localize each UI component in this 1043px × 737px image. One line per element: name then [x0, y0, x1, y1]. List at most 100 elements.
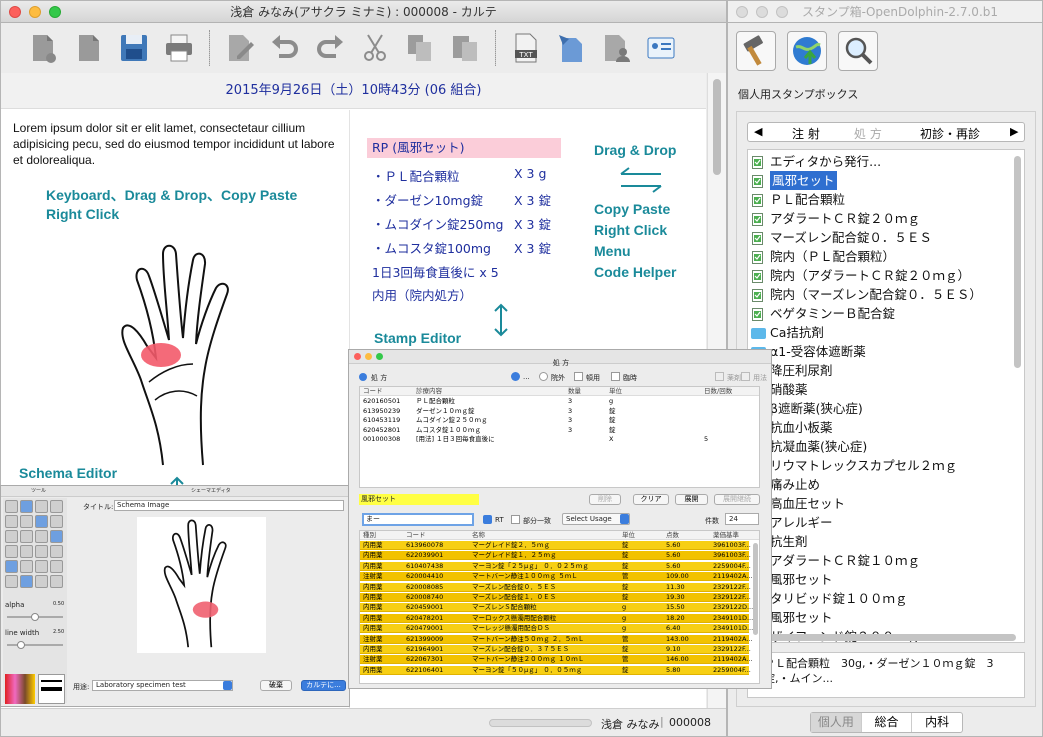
linewidth-slider-thumb[interactable] — [17, 641, 25, 649]
stamp-editor-minimize[interactable] — [365, 353, 372, 360]
stampbox-minimize-button[interactable] — [756, 6, 768, 18]
result-table-row[interactable]: 内用薬 621964901 マーズレン配合錠０．３７５ＥＳ 錠 9.10 2329122F… — [360, 645, 751, 654]
result-table-row[interactable]: 注射薬 621399009 マートバーン静注５０ｍｇ ２．５ｍＬ 管 143.00 211… — [360, 634, 752, 644]
stamp-tree-item[interactable]: リウマトレックスカプセル２ｍｇ — [748, 456, 1024, 475]
redo-tool-icon[interactable] — [50, 575, 63, 588]
send-to-karte-button[interactable]: カルテに... — [301, 680, 346, 691]
stamp-tree-folder[interactable]: 抗凝血薬(狭心症) — [748, 437, 1024, 456]
stamp-tree-item[interactable]: アダラートＣＲ錠２０ｍｇ — [748, 209, 1024, 228]
result-table-row[interactable]: 内用薬 622039901 マーグレイド錠１．２５ｍｇ 錠 5.60 3961003F..… — [360, 551, 751, 561]
dot-pattern-tool-icon[interactable] — [50, 515, 63, 528]
line-tool-icon[interactable] — [35, 500, 48, 513]
stampbox-tool-hammer[interactable] — [736, 31, 776, 71]
pattern-tool-icon[interactable] — [35, 515, 48, 528]
stamp-tree-item[interactable]: 高血圧セット — [748, 494, 1024, 513]
stamp-send-button[interactable] — [556, 32, 586, 64]
tab-general[interactable]: 総合 — [860, 713, 912, 732]
stamp-tree-item[interactable]: 風邪セット — [748, 171, 1024, 190]
stamp-tree-item[interactable]: 痛み止め — [748, 475, 1024, 494]
rt-checkbox[interactable] — [483, 515, 492, 524]
fill-oval-tool-icon[interactable] — [20, 515, 33, 528]
stamp-tree-item[interactable]: エディタから発行... — [748, 152, 1024, 171]
stampbox-zoom-button[interactable] — [776, 6, 788, 18]
stamp-tree-item[interactable]: タリビッド錠１００ｍｇ — [748, 589, 1024, 608]
rect-tool-icon[interactable] — [20, 500, 33, 513]
grid-tool-icon[interactable] — [35, 530, 48, 543]
select-usage-dropdown[interactable]: Select Usage — [562, 513, 630, 525]
stamp-tree-folder[interactable]: 抗血小板薬 — [748, 418, 1024, 437]
fill-polygon-tool-icon[interactable] — [20, 545, 33, 558]
stamp-tree-item[interactable]: マーズレン配合錠０．５ＥＳ — [748, 228, 1024, 247]
tab-prev-arrow[interactable]: ◀ — [754, 125, 762, 138]
move-tool-icon[interactable] — [35, 560, 48, 573]
result-table-row[interactable]: 内用薬 622106401 マーヨン錠「５０μｇ」 ０．０５ｍｇ 錠 5.80 22590… — [360, 665, 751, 675]
result-table-row[interactable]: 内用薬 610407438 マーヨン錠「２５μｇ」 ０．０２５ｍｇ 錠 5.60 2259… — [360, 561, 751, 571]
alpha-slider[interactable] — [7, 613, 63, 621]
stamp-tree-folder[interactable]: Ca拮抗剤 — [748, 323, 1024, 342]
stamp-tree-item[interactable]: 院内（アダラートＣＲ錠２０ｍｇ） — [748, 266, 1024, 285]
stamp-tree-item[interactable]: 院内（マーズレン配合錠０．５ＥＳ） — [748, 285, 1024, 304]
text-tool-icon[interactable] — [50, 500, 63, 513]
tab-first-visit[interactable]: 初診・再診 — [920, 125, 980, 142]
minimize-button[interactable] — [29, 6, 41, 18]
cross-tool-icon[interactable] — [35, 545, 48, 558]
schema-title-input[interactable]: Schema Image — [114, 500, 344, 511]
polygon-tool-icon[interactable] — [5, 545, 18, 558]
order-table-row[interactable]: 613950239 ダーゼン１０ｍｇ錠 3 錠 — [360, 407, 759, 416]
order-table-row[interactable]: 620160501 ＰＬ配合顆粒 3 g — [360, 397, 759, 406]
result-table-row[interactable]: 内用薬 620479001 マーレッジ懸濁用配合ＤＳ g 6.40 2349101D... — [360, 624, 753, 634]
search-input[interactable]: まー — [362, 513, 474, 526]
copy-button[interactable] — [405, 32, 435, 64]
line-style-preview[interactable] — [38, 674, 65, 704]
new-document-button[interactable] — [29, 32, 59, 64]
patient-card-button[interactable] — [646, 32, 676, 64]
stamp-tree-item[interactable]: 風邪セット — [748, 570, 1024, 589]
result-table-row[interactable]: 内用薬 620478201 マーロックス懸濁用配合顆粒 g 18.20 2349101D.… — [360, 613, 753, 623]
tab-next-arrow[interactable]: ▶ — [1010, 125, 1018, 138]
close-button[interactable] — [9, 6, 21, 18]
result-table-row[interactable]: 内用薬 620008085 マーズレン配合錠０．５ＥＳ 錠 11.30 2329122F.… — [360, 582, 751, 592]
result-table-row[interactable]: 注射薬 620004410 マートバーン静注１００ｍｇ ５ｍＬ 管 109.00 2119… — [360, 572, 752, 582]
stamp-tree-item[interactable]: 院内（ＰＬ配合顆粒） — [748, 247, 1024, 266]
order-table-row[interactable]: 001000308 [用法] １日３回毎食直後に X 5 — [360, 435, 759, 444]
stamp-tree-folder[interactable]: 降圧利尿剤 — [748, 361, 1024, 380]
delete-button[interactable]: 削除 — [589, 494, 621, 505]
clear-button[interactable]: クリア — [633, 494, 669, 505]
user-document-button[interactable] — [601, 32, 631, 64]
stamp-editor-close[interactable] — [354, 353, 361, 360]
stamp-tree[interactable]: エディタから発行... 風邪セット ＰＬ配合顆粒 アダラートＣＲ錠２０ｍｇ マーズレン配… — [747, 149, 1025, 643]
result-table-row[interactable]: 内用薬 613960078 マーグレイド錠２．５ｍｇ 錠 5.60 3961003F... — [360, 541, 751, 550]
hatch-tool-icon[interactable] — [50, 545, 63, 558]
undo-tool-icon[interactable] — [35, 575, 48, 588]
alpha-slider-thumb[interactable] — [31, 613, 39, 621]
schema-canvas[interactable] — [137, 517, 266, 653]
radio-option-1[interactable] — [511, 372, 520, 381]
order-table[interactable]: コード 診療内容 数量 単位 日数/回数 620160501 ＰＬ配合顆粒 3 g 61… — [359, 386, 760, 488]
expand-continue-button[interactable]: 展開継続 — [714, 494, 760, 505]
stampbox-close-button[interactable] — [736, 6, 748, 18]
rect2-tool-icon[interactable] — [5, 530, 18, 543]
color-palette[interactable] — [5, 674, 35, 704]
stamp-tree-folder[interactable]: α1-受容体遮断薬 — [748, 342, 1024, 361]
tab-injection[interactable]: 注 射 — [792, 125, 820, 142]
clear-tool-icon[interactable] — [50, 560, 63, 573]
stamp-tree-item[interactable]: アレルギー — [748, 513, 1024, 532]
checkbox-tonyo[interactable] — [574, 372, 583, 381]
stamp-tree-folder[interactable]: 硝酸薬 — [748, 380, 1024, 399]
linewidth-slider[interactable] — [7, 641, 63, 649]
order-table-row[interactable]: 610453119 ムコダイン錠２５０ｍｇ 3 錠 — [360, 416, 759, 425]
discard-button[interactable]: 破棄 — [260, 680, 292, 691]
text-export-button[interactable]: TXT — [511, 32, 541, 64]
stamp-tree-item[interactable]: ベゲタミンーＢ配合錠 — [748, 304, 1024, 323]
mesh-tool-icon[interactable] — [50, 530, 63, 543]
copy-new-button[interactable] — [74, 32, 104, 64]
select-tool-icon[interactable] — [5, 500, 18, 513]
stamp-editor-zoom[interactable] — [376, 353, 383, 360]
tab-prescription[interactable]: 処 方 — [854, 125, 882, 142]
stamp-tree-folder[interactable]: β遮断薬(狭心症) — [748, 399, 1024, 418]
stamp-tree-item[interactable]: 抗生剤 — [748, 532, 1024, 551]
tab-personal[interactable]: 個人用 — [811, 713, 861, 732]
save-button[interactable] — [119, 32, 149, 64]
tab-internal[interactable]: 内科 — [911, 713, 962, 732]
checkbox-rinji[interactable] — [611, 372, 620, 381]
